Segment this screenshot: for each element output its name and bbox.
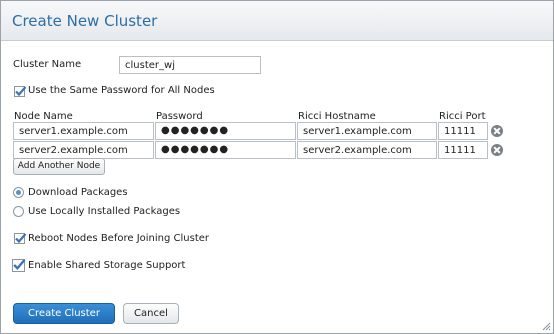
add-node-button[interactable]: Add Another Node [13,158,105,175]
local-packages-label: Use Locally Installed Packages [28,206,181,217]
node-name-input[interactable] [13,141,154,159]
same-password-label: Use the Same Password for All Nodes [28,85,215,96]
password-input[interactable]: ●●●●●●● [155,141,296,159]
col-header-node-name: Node Name [14,111,73,122]
shared-storage-label: Enable Shared Storage Support [28,260,186,271]
ricci-hostname-input[interactable] [297,141,437,159]
remove-node-icon[interactable] [491,125,503,137]
same-password-checkbox[interactable] [14,86,27,97]
create-cluster-dialog: Create New Cluster Cluster Name Use the … [0,0,554,334]
reboot-nodes-label: Reboot Nodes Before Joining Cluster [28,233,210,244]
create-cluster-button[interactable]: Create Cluster [13,303,115,324]
cluster-name-input[interactable] [119,56,261,74]
password-input[interactable]: ●●●●●●● [155,122,296,140]
resize-grip-icon[interactable] [542,322,551,331]
cancel-button[interactable]: Cancel [123,303,179,324]
local-packages-radio[interactable] [13,206,24,217]
dialog-titlebar: Create New Cluster [1,1,553,41]
ricci-port-input[interactable] [438,141,488,159]
remove-node-icon[interactable] [491,144,503,156]
checkmark-icon [13,259,26,270]
shared-storage-checkbox[interactable] [12,259,26,272]
reboot-nodes-checkbox[interactable] [14,233,27,244]
checkmark-icon [15,86,27,97]
checkmark-icon [15,233,27,244]
ricci-port-input[interactable] [438,122,488,140]
col-header-ricci-port: Ricci Port [439,111,486,122]
col-header-ricci-hostname: Ricci Hostname [298,111,376,122]
ricci-hostname-input[interactable] [297,122,437,140]
download-packages-label: Download Packages [28,187,128,198]
dialog-title: Create New Cluster [12,12,158,30]
col-header-password: Password [156,111,203,122]
cluster-name-label: Cluster Name [13,59,82,70]
node-name-input[interactable] [13,122,154,140]
download-packages-radio[interactable] [13,187,24,198]
